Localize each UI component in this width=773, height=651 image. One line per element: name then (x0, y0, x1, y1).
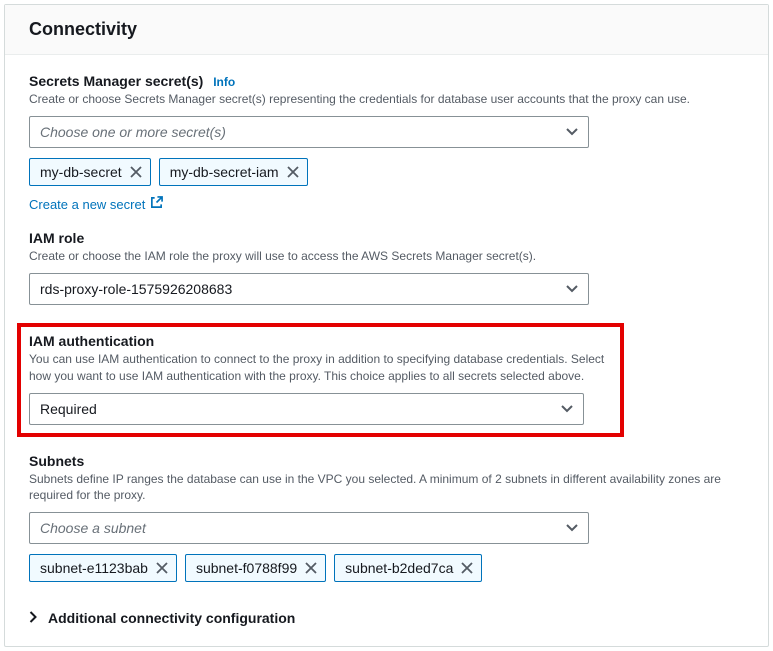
iam-auth-highlight: IAM authentication You can use IAM authe… (17, 323, 624, 437)
caret-down-icon (566, 524, 578, 532)
create-secret-link[interactable]: Create a new secret (29, 196, 163, 212)
secret-token: my-db-secret (29, 158, 151, 186)
secrets-select[interactable]: Choose one or more secret(s) (29, 116, 589, 148)
iam-auth-desc: You can use IAM authentication to connec… (29, 351, 612, 385)
info-link[interactable]: Info (213, 75, 235, 89)
secrets-field: Secrets Manager secret(s) Info Create or… (29, 73, 744, 212)
panel-title: Connectivity (29, 19, 744, 40)
iam-role-field: IAM role Create or choose the IAM role t… (29, 230, 744, 305)
iam-role-value: rds-proxy-role-1575926208683 (40, 281, 232, 297)
close-icon[interactable] (305, 562, 317, 574)
iam-role-label: IAM role (29, 230, 744, 246)
iam-role-desc: Create or choose the IAM role the proxy … (29, 248, 744, 265)
token-label: my-db-secret-iam (170, 164, 279, 180)
token-label: my-db-secret (40, 164, 122, 180)
panel-header: Connectivity (5, 5, 768, 55)
caret-right-icon (29, 610, 38, 626)
caret-down-icon (561, 405, 573, 413)
secrets-desc: Create or choose Secrets Manager secret(… (29, 91, 744, 108)
token-label: subnet-b2ded7ca (345, 560, 453, 576)
subnet-token: subnet-b2ded7ca (334, 554, 482, 582)
subnets-placeholder: Choose a subnet (40, 520, 146, 536)
subnets-desc: Subnets define IP ranges the database ca… (29, 471, 744, 505)
subnet-tokens: subnet-e1123bab subnet-f0788f99 subnet-b… (29, 554, 744, 582)
additional-config-label: Additional connectivity configuration (48, 610, 295, 626)
secrets-tokens: my-db-secret my-db-secret-iam (29, 158, 744, 186)
connectivity-panel: Connectivity Secrets Manager secret(s) I… (4, 4, 769, 647)
secrets-label: Secrets Manager secret(s) (29, 73, 203, 89)
iam-role-select[interactable]: rds-proxy-role-1575926208683 (29, 273, 589, 305)
token-label: subnet-e1123bab (40, 560, 148, 576)
subnet-token: subnet-e1123bab (29, 554, 177, 582)
token-label: subnet-f0788f99 (196, 560, 297, 576)
external-link-icon (150, 196, 163, 212)
secrets-placeholder: Choose one or more secret(s) (40, 124, 226, 140)
close-icon[interactable] (461, 562, 473, 574)
secret-token: my-db-secret-iam (159, 158, 308, 186)
subnets-select[interactable]: Choose a subnet (29, 512, 589, 544)
secrets-label-row: Secrets Manager secret(s) Info (29, 73, 744, 89)
subnet-token: subnet-f0788f99 (185, 554, 326, 582)
subnets-label: Subnets (29, 453, 744, 469)
iam-auth-select[interactable]: Required (29, 393, 584, 425)
close-icon[interactable] (156, 562, 168, 574)
caret-down-icon (566, 128, 578, 136)
additional-config-toggle[interactable]: Additional connectivity configuration (29, 600, 744, 626)
caret-down-icon (566, 285, 578, 293)
create-secret-label: Create a new secret (29, 197, 145, 212)
create-secret-row: Create a new secret (29, 196, 744, 213)
close-icon[interactable] (287, 166, 299, 178)
close-icon[interactable] (130, 166, 142, 178)
subnets-field: Subnets Subnets define IP ranges the dat… (29, 453, 744, 583)
iam-auth-label: IAM authentication (29, 333, 612, 349)
iam-auth-value: Required (40, 401, 97, 417)
panel-body: Secrets Manager secret(s) Info Create or… (5, 55, 768, 646)
